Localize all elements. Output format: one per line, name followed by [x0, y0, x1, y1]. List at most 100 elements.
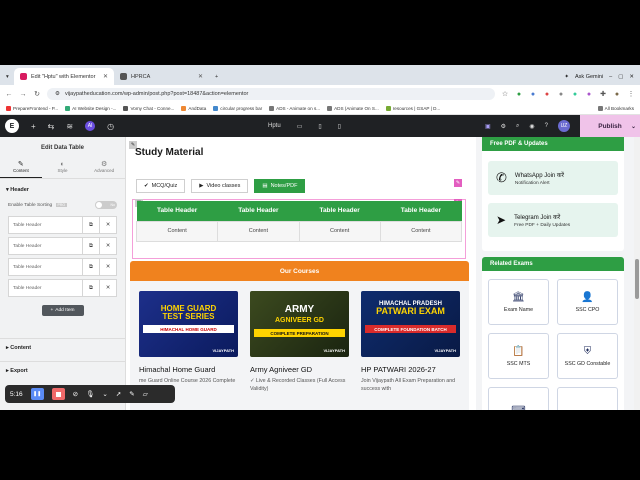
notes-pdf-button[interactable]: ▤ Notes/PDF	[254, 179, 306, 193]
course-thumbnail[interactable]: HIMACHAL PRADESH PATWARI EXAM COMPLETE FO…	[361, 291, 460, 357]
course-name[interactable]: Himachal Home Guard	[139, 365, 238, 374]
bookmark-item[interactable]: AndData	[181, 106, 206, 111]
course-name[interactable]: Army Agniveer GD	[250, 365, 349, 374]
pen-icon[interactable]: ✎	[129, 390, 134, 398]
repeater-item[interactable]: Table Header ⧉ ✕	[8, 216, 117, 234]
eraser-icon[interactable]: ▱	[143, 390, 148, 398]
table-cell[interactable]: Content	[217, 220, 300, 242]
url-field[interactable]: ⚙ vijaypatheducation.com/wp-admin/post.p…	[47, 88, 495, 100]
tablet-view-icon[interactable]: ▯	[318, 123, 321, 130]
exam-tile[interactable]	[557, 387, 618, 410]
tab-elementor-edit[interactable]: Edit "Hptu" with Elementor ✕	[14, 68, 114, 85]
sorting-toggle[interactable]: No	[95, 201, 117, 209]
scrollbar-thumb[interactable]	[635, 259, 639, 299]
minimize-icon[interactable]: –	[609, 74, 612, 80]
structure-icon[interactable]: ⇆	[48, 122, 55, 131]
extension-icon[interactable]: ●	[557, 91, 565, 98]
remove-icon[interactable]: ✕	[99, 216, 116, 234]
remove-icon[interactable]: ✕	[99, 237, 116, 255]
mcq-quiz-button[interactable]: ✔ MCQ/Quiz	[136, 179, 186, 193]
close-tab-icon[interactable]: ✕	[198, 73, 203, 80]
extension-icon[interactable]: ●	[515, 91, 523, 98]
search-icon[interactable]: ⌕	[516, 123, 519, 130]
edit-widget-icon[interactable]: ✎	[454, 179, 462, 187]
duplicate-icon[interactable]: ⧉	[82, 216, 99, 234]
tab-hprca[interactable]: HPRCA ✕	[114, 68, 209, 85]
bookmark-item[interactable]: AI Website Design -...	[65, 106, 116, 111]
table-cell[interactable]: Content	[135, 220, 219, 242]
exam-tile[interactable]: 📋 SSC MTS	[488, 333, 549, 379]
desktop-view-icon[interactable]: ▭	[297, 123, 303, 130]
cursor-icon[interactable]: ➚	[116, 390, 121, 398]
extension-icon[interactable]: ●	[543, 91, 551, 98]
course-card[interactable]: HIMACHAL PRADESH PATWARI EXAM COMPLETE FO…	[361, 291, 460, 393]
star-icon[interactable]: ☆	[501, 90, 509, 98]
new-tab-button[interactable]: +	[209, 68, 224, 85]
section-content-toggle[interactable]: ▸ Content	[0, 338, 125, 357]
course-name[interactable]: HP PATWARI 2026-27	[361, 365, 460, 374]
reload-icon[interactable]: ↻	[33, 90, 41, 98]
back-icon[interactable]: ←	[5, 91, 13, 98]
extension-icon[interactable]: ●	[529, 91, 537, 98]
remove-icon[interactable]: ✕	[99, 258, 116, 276]
site-settings-icon[interactable]: ⚙	[501, 123, 506, 130]
course-card[interactable]: ARMY AGNIVEER GD COMPLETE PREPARATION VIJ…	[250, 291, 349, 393]
stop-button[interactable]	[51, 388, 65, 400]
bookmark-item[interactable]: ADS (Animate On S...	[327, 106, 379, 111]
page-scrollbar[interactable]	[634, 137, 640, 410]
bookmark-item[interactable]: Vomy Chat - Conne...	[123, 106, 174, 111]
bookmark-item[interactable]: circular progress bar	[213, 106, 262, 111]
chevron-down-icon[interactable]: ⌄	[102, 390, 107, 398]
exam-tile[interactable]: ⌨	[488, 387, 549, 410]
history-icon[interactable]: ◷	[107, 122, 114, 131]
extension-icon[interactable]: ●	[585, 91, 593, 98]
microphone-icon[interactable]: 🎙	[86, 390, 94, 398]
duplicate-icon[interactable]: ⧉	[82, 258, 99, 276]
remove-icon[interactable]: ✕	[99, 279, 116, 297]
preview-icon[interactable]: ◉	[529, 123, 534, 130]
tab-content[interactable]: ✎ Content	[0, 155, 42, 178]
whatsapp-join-link[interactable]: ✆ WhatsApp Join करें Notification Alert	[488, 161, 618, 195]
telegram-join-link[interactable]: ➤ Telegram Join करें Free PDF + Daily Up…	[488, 203, 618, 237]
site-info-icon[interactable]: ⚙	[55, 91, 60, 97]
tab-style[interactable]: ◐ Style	[42, 155, 84, 178]
tab-search-icon[interactable]: ▾	[0, 68, 14, 85]
tab-advanced[interactable]: ⚙ Advanced	[83, 155, 125, 178]
course-thumbnail[interactable]: ARMY AGNIVEER GD COMPLETE PREPARATION VIJ…	[250, 291, 349, 357]
chevron-down-icon[interactable]: ⌄	[631, 123, 636, 130]
help-icon[interactable]: ?	[545, 123, 548, 129]
exam-tile[interactable]: 👤 SSC CPO	[557, 279, 618, 325]
puzzle-icon[interactable]: ✚	[599, 90, 607, 98]
duplicate-icon[interactable]: ⧉	[82, 279, 99, 297]
user-avatar[interactable]: UZ	[558, 120, 570, 132]
duplicate-icon[interactable]: ⧉	[82, 237, 99, 255]
ai-icon[interactable]: AI	[85, 121, 96, 131]
section-header-toggle[interactable]: ▾ Header	[0, 179, 125, 197]
table-header-cell[interactable]: Table Header	[136, 201, 218, 221]
exam-tile[interactable]: ⛨ SSC GD Constable	[557, 333, 618, 379]
repeater-item[interactable]: Table Header ⧉ ✕	[8, 279, 117, 297]
add-element-icon[interactable]: +	[31, 122, 36, 131]
video-classes-button[interactable]: ▶ Video classes	[191, 179, 249, 193]
extension-icon[interactable]: ●	[571, 91, 579, 98]
maximize-icon[interactable]: ▢	[618, 74, 623, 80]
close-tab-icon[interactable]: ✕	[103, 73, 108, 80]
notes-icon[interactable]: ▣	[485, 123, 491, 130]
profile-avatar-icon[interactable]: ●	[613, 91, 621, 98]
table-cell[interactable]: Content	[379, 220, 463, 242]
table-header-cell[interactable]: Table Header	[299, 201, 381, 221]
add-item-button[interactable]: + Add Item	[41, 305, 84, 316]
course-thumbnail[interactable]: HOME GUARD TEST SERIES HIMACHAL HOME GUAR…	[139, 291, 238, 357]
repeater-item[interactable]: Table Header ⧉ ✕	[8, 237, 117, 255]
table-header-cell[interactable]: Table Header	[217, 201, 299, 221]
ask-gemini-button[interactable]: Ask Gemini	[575, 74, 603, 80]
exam-tile[interactable]: 🏛 Exam Name	[488, 279, 549, 325]
pause-button[interactable]: ❚❚	[30, 388, 44, 400]
close-window-icon[interactable]: ✕	[629, 74, 634, 80]
course-card[interactable]: HOME GUARD TEST SERIES HIMACHAL HOME GUAR…	[139, 291, 238, 386]
layers-icon[interactable]: ≋	[66, 122, 73, 131]
bookmark-item[interactable]: PrepareFrontend - P...	[6, 106, 58, 111]
elementor-logo-icon[interactable]: E	[5, 119, 19, 133]
all-bookmarks[interactable]: All Bookmarks	[597, 106, 634, 111]
mobile-view-icon[interactable]: ▯	[338, 123, 341, 130]
